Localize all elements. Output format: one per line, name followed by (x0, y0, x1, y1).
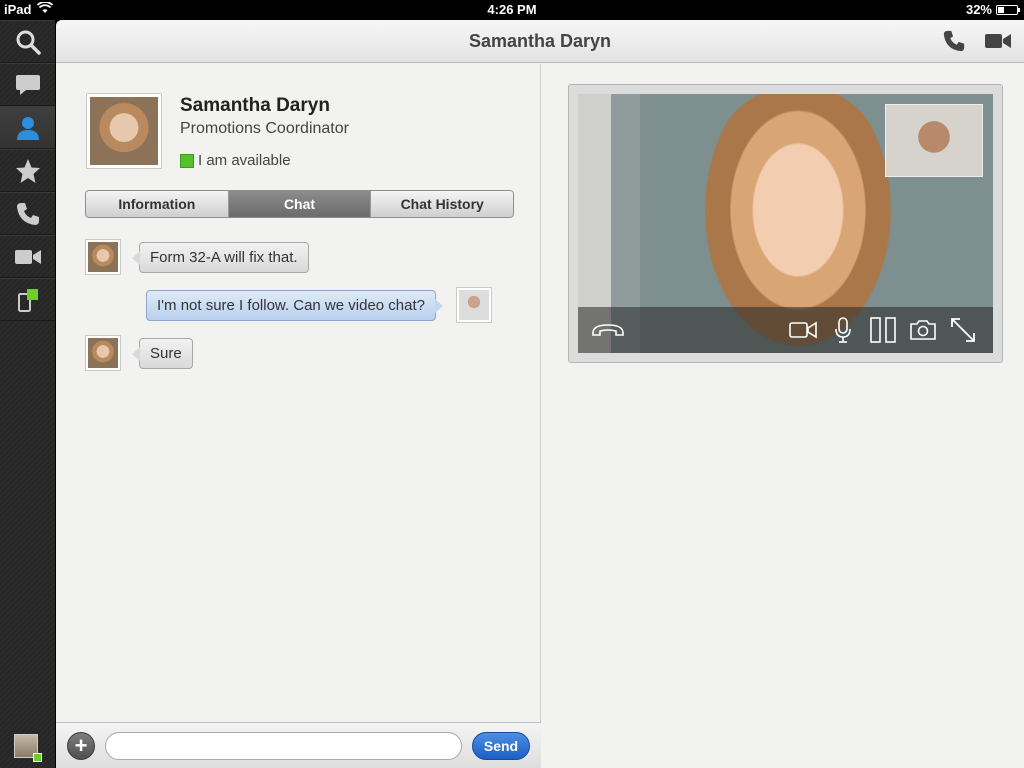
video-call-button[interactable] (984, 31, 1012, 56)
self-view-video[interactable] (885, 104, 983, 177)
star-icon (15, 158, 40, 183)
toggle-microphone-button[interactable] (823, 310, 863, 350)
battery-percent: 32% (965, 2, 992, 17)
contact-photo-image (90, 97, 158, 165)
battery-fill (998, 6, 1004, 13)
call-button[interactable] (942, 29, 966, 58)
rail-video-button[interactable] (0, 235, 55, 278)
contact-status-text: I am available (198, 152, 291, 169)
tab-information[interactable]: Information (86, 191, 229, 217)
snapshot-button[interactable] (903, 310, 943, 350)
add-attachment-button[interactable]: + (67, 732, 95, 760)
search-icon (16, 30, 41, 55)
pause-button[interactable] (863, 310, 903, 350)
plus-icon: + (74, 733, 88, 758)
rail-favorites-button[interactable] (0, 149, 55, 192)
video-camera-icon (985, 34, 1011, 48)
my-avatar[interactable] (14, 734, 42, 762)
my-avatar-small (456, 287, 493, 323)
hang-up-icon (592, 324, 624, 336)
rail-search-button[interactable] (0, 20, 55, 63)
video-pane (542, 64, 1024, 768)
end-call-button[interactable] (588, 310, 628, 350)
tab-chat-history[interactable]: Chat History (371, 191, 513, 217)
video-camera-icon (14, 249, 41, 264)
my-presence-indicator (33, 753, 42, 762)
page-title: Samantha Daryn (468, 31, 612, 51)
rail-contacts-button[interactable] (0, 106, 55, 149)
navigation-bar: Samantha Daryn (56, 20, 1024, 63)
chat-bubble-outgoing: I'm not sure I follow. Can we video chat… (146, 289, 444, 321)
message-composer: + Send (56, 722, 541, 768)
chat-message: I'm not sure I follow. Can we video chat… (146, 287, 493, 323)
camera-icon (910, 320, 936, 340)
contact-name: Samantha Daryn (180, 95, 330, 116)
status-bar: iPad 4:26 PM 32% (0, 0, 1024, 20)
tab-segmented-control: Information Chat Chat History (85, 190, 514, 218)
chat-bubble-incoming: Sure (132, 337, 193, 369)
available-status-icon (180, 153, 194, 168)
video-camera-icon (789, 321, 817, 339)
rail-phone-button[interactable] (0, 192, 55, 235)
rail-chat-button[interactable] (0, 63, 55, 106)
pause-icon (870, 317, 896, 343)
send-button[interactable]: Send (472, 732, 530, 760)
contact-chat-pane: Samantha Daryn Promotions Coordinator I … (56, 64, 541, 768)
expand-icon (951, 318, 975, 342)
video-controls-bar (578, 307, 993, 353)
contact-avatar (85, 335, 121, 371)
chat-message: Form 32-A will fix that. (85, 239, 309, 275)
chat-bubble-incoming: Form 32-A will fix that. (132, 241, 309, 273)
tab-chat[interactable]: Chat (228, 191, 372, 217)
contact-person-icon (16, 116, 39, 140)
rail-transfer-button[interactable] (0, 278, 55, 321)
contact-avatar (85, 239, 121, 275)
phone-icon (16, 202, 39, 225)
phone-icon (943, 30, 965, 52)
remote-video-feed (578, 94, 993, 353)
main-panel: Samantha Daryn Samantha Daryn Promotions… (56, 20, 1024, 768)
contact-status: I am available (180, 152, 291, 169)
left-navigation-rail (0, 20, 55, 768)
device-transfer-icon (17, 288, 38, 312)
microphone-icon (835, 317, 851, 343)
contact-photo (86, 93, 162, 169)
fullscreen-button[interactable] (943, 310, 983, 350)
toggle-camera-button[interactable] (783, 310, 823, 350)
message-input[interactable] (105, 732, 462, 760)
status-time: 4:26 PM (487, 2, 537, 17)
chat-bubble-icon (15, 74, 40, 95)
chat-message: Sure (85, 335, 193, 371)
video-call-frame (568, 84, 1003, 363)
contact-role: Promotions Coordinator (180, 120, 349, 137)
battery-icon (996, 4, 1020, 15)
